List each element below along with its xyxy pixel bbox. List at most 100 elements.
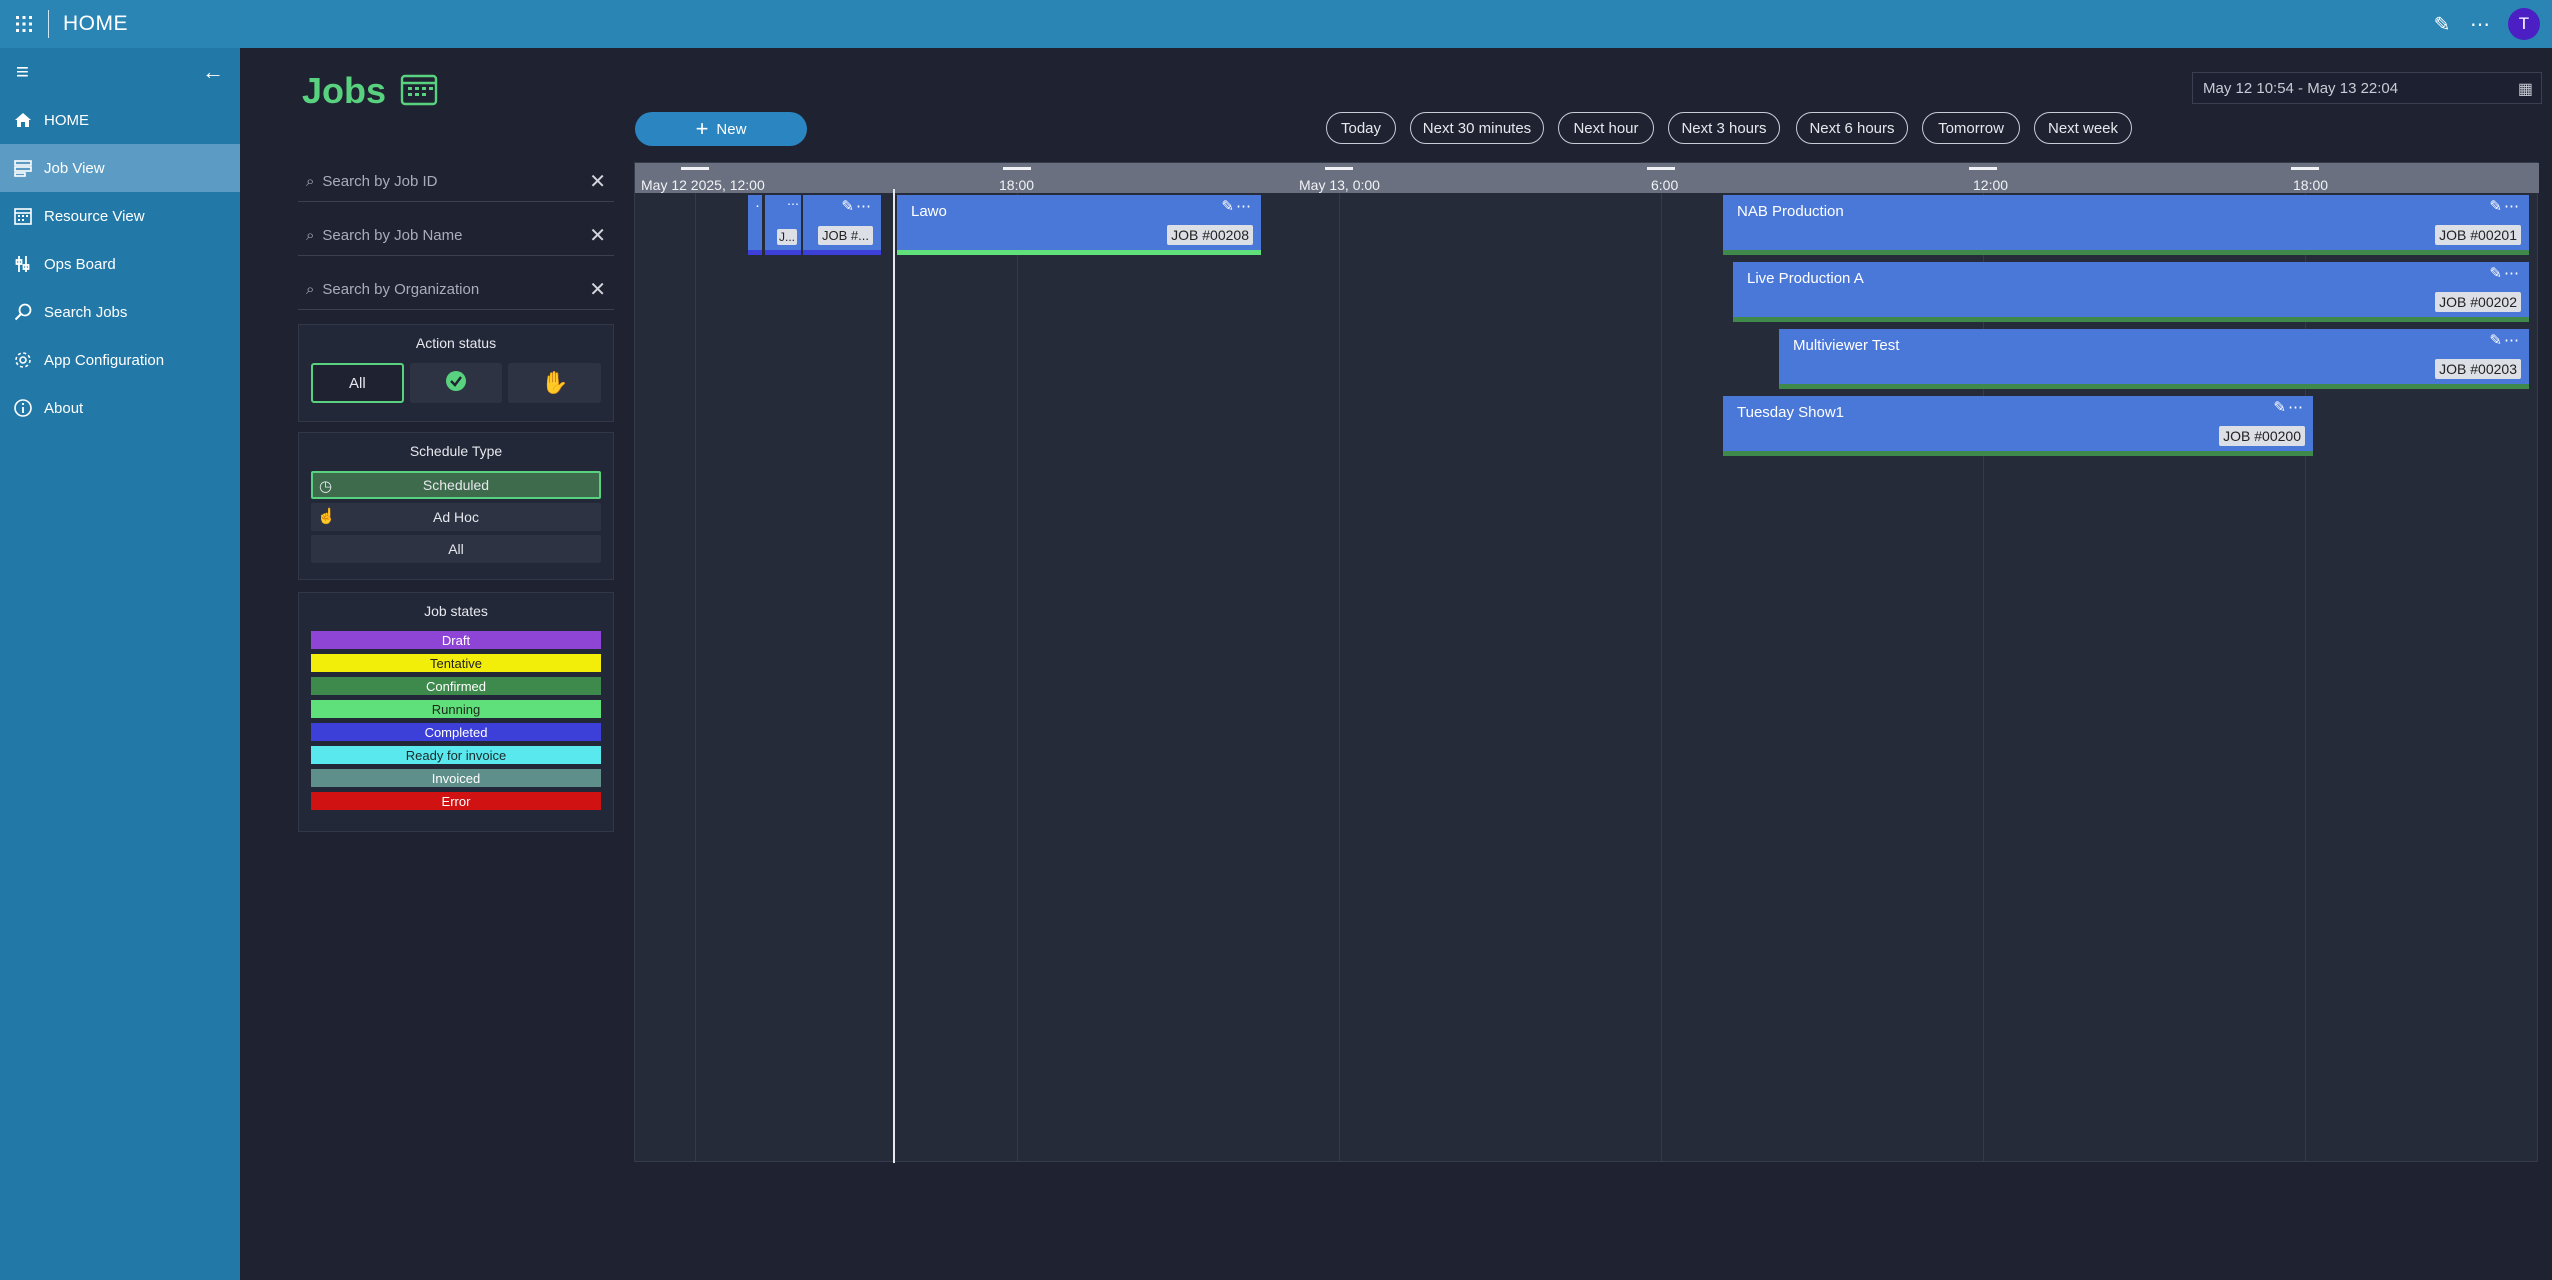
- search-icon: ⌕: [306, 281, 315, 298]
- edit-more-icon[interactable]: ✎⋯: [2489, 197, 2521, 215]
- more-icon[interactable]: ⋯: [787, 197, 799, 211]
- search-job-name-input[interactable]: ⌕ Search by Job Name ✕: [298, 216, 614, 256]
- quick-range-next-6-hours[interactable]: Next 6 hours: [1796, 112, 1908, 144]
- sidebar-item-about[interactable]: About: [0, 384, 240, 432]
- job-state-draft[interactable]: Draft: [311, 631, 601, 649]
- action-status-title: Action status: [415, 335, 497, 351]
- search-icon: [12, 301, 34, 323]
- more-icon[interactable]: ·: [755, 197, 760, 214]
- sidebar-item-search-jobs[interactable]: Search Jobs: [0, 288, 240, 336]
- date-range-value: May 12 10:54 - May 13 22:04: [2203, 79, 2399, 97]
- quick-range-today[interactable]: Today: [1326, 112, 1396, 144]
- timeline-header: May 12 2025, 12:00 18:00 May 13, 0:00 6:…: [635, 163, 2539, 193]
- grid-line: [695, 193, 696, 1161]
- job-id-badge: J...: [776, 229, 797, 245]
- quick-range-tomorrow[interactable]: Tomorrow: [1922, 112, 2020, 144]
- job-bar[interactable]: Multiviewer Test ✎⋯ JOB #00203: [1779, 329, 2529, 389]
- search-org-placeholder: Search by Organization: [322, 281, 480, 298]
- job-state-error[interactable]: Error: [311, 792, 601, 810]
- job-bar[interactable]: ✎⋯ JOB #...: [803, 195, 881, 255]
- collapse-arrow-icon[interactable]: ←: [202, 59, 224, 85]
- job-states-panel: Job states Draft Tentative Confirmed Runnin…: [298, 592, 614, 832]
- calendar-icon[interactable]: ▦: [2518, 79, 2533, 99]
- job-bar[interactable]: NAB Production ✎⋯ JOB #00201: [1723, 195, 2529, 255]
- job-bar[interactable]: ·: [748, 195, 762, 255]
- job-state-confirmed[interactable]: Confirmed: [311, 677, 601, 695]
- new-job-button[interactable]: + New: [635, 112, 807, 146]
- sidebar-item-job-view[interactable]: Job View: [0, 144, 240, 192]
- job-name: Tuesday Show1: [1737, 404, 1845, 421]
- quick-range-next-30-minutes[interactable]: Next 30 minutes: [1410, 112, 1544, 144]
- sidebar-item-label: About: [44, 399, 84, 417]
- clear-icon[interactable]: ✕: [589, 277, 606, 302]
- page-title: Jobs: [302, 70, 387, 111]
- grid-line: [1339, 193, 1340, 1161]
- job-state-invoiced[interactable]: Invoiced: [311, 769, 601, 787]
- schedule-scheduled-label: Scheduled: [422, 477, 490, 493]
- job-state-tentative[interactable]: Tentative: [311, 654, 601, 672]
- sidebar-item-label: Resource View: [44, 207, 145, 225]
- job-state-completed[interactable]: Completed: [311, 723, 601, 741]
- sidebar-item-resource-view[interactable]: Resource View: [0, 192, 240, 240]
- sidebar-item-label: HOME: [44, 111, 89, 129]
- timeline[interactable]: May 12 2025, 12:00 18:00 May 13, 0:00 6:…: [634, 162, 2539, 1163]
- schedule-type-all-button[interactable]: All: [311, 535, 601, 563]
- sidebar-item-label: Ops Board: [44, 255, 116, 273]
- edit-more-icon[interactable]: ✎⋯: [2489, 331, 2521, 349]
- quick-range-next-hour[interactable]: Next hour: [1558, 112, 1654, 144]
- top-bar: HOME ✎ ⋯ T: [0, 0, 2552, 48]
- edit-more-icon[interactable]: ✎⋯: [841, 197, 873, 215]
- schedule-adhoc-label: Ad Hoc: [433, 509, 479, 525]
- tick-label: 18:00: [2293, 177, 2329, 193]
- job-view-icon: [12, 157, 34, 179]
- clock-icon: ◷: [319, 478, 333, 495]
- edit-more-icon[interactable]: ✎⋯: [1221, 197, 1253, 215]
- tick-mark: [1647, 167, 1675, 170]
- tick-mark: [2291, 167, 2319, 170]
- schedule-type-scheduled-button[interactable]: ◷ Scheduled: [311, 471, 601, 499]
- grid-line: [1017, 193, 1018, 1161]
- sidebar-item-ops-board[interactable]: Ops Board: [0, 240, 240, 288]
- action-status-ok-button[interactable]: [409, 363, 503, 403]
- job-id-badge: JOB #00202: [2435, 292, 2521, 312]
- hamburger-menu-icon[interactable]: ≡: [16, 59, 29, 85]
- search-job-id-input[interactable]: ⌕ Search by Job ID ✕: [298, 162, 614, 202]
- clear-icon[interactable]: ✕: [589, 223, 606, 248]
- action-status-all-button[interactable]: All: [311, 363, 404, 403]
- search-job-id-placeholder: Search by Job ID: [322, 173, 438, 190]
- tick-label: 6:00: [1651, 177, 1679, 193]
- date-range-picker[interactable]: May 12 10:54 - May 13 22:04 ▦: [2192, 72, 2542, 104]
- tick-label: 18:00: [999, 177, 1035, 193]
- edit-icon[interactable]: ✎: [2432, 12, 2452, 37]
- page-header: Jobs: [302, 70, 438, 112]
- edit-more-icon[interactable]: ✎⋯: [2489, 264, 2521, 282]
- more-icon[interactable]: ⋯: [2470, 12, 2490, 37]
- calendar-icon[interactable]: [400, 72, 438, 111]
- sidebar-item-home[interactable]: HOME: [0, 96, 240, 144]
- avatar[interactable]: T: [2508, 8, 2540, 40]
- tick-mark: [1003, 167, 1031, 170]
- tick-label: May 12 2025, 12:00: [641, 177, 765, 193]
- job-bar[interactable]: ⋯ J...: [765, 195, 801, 255]
- job-state-running[interactable]: Running: [311, 700, 601, 718]
- search-organization-input[interactable]: ⌕ Search by Organization ✕: [298, 270, 614, 310]
- sidebar-item-app-configuration[interactable]: App Configuration: [0, 336, 240, 384]
- job-state-ready-for-invoice[interactable]: Ready for invoice: [311, 746, 601, 764]
- job-bar[interactable]: Tuesday Show1 ✎⋯ JOB #00200: [1723, 396, 2313, 456]
- home-icon: [12, 109, 34, 131]
- divider: [48, 10, 49, 38]
- quick-range-next-3-hours[interactable]: Next 3 hours: [1668, 112, 1780, 144]
- grid-line: [1661, 193, 1662, 1161]
- job-bar[interactable]: Live Production A ✎⋯ JOB #00202: [1733, 262, 2529, 322]
- app-launcher-icon[interactable]: [0, 0, 48, 48]
- job-bar[interactable]: Lawo ✎⋯ JOB #00208: [897, 195, 1261, 255]
- schedule-all-label: All: [448, 541, 464, 557]
- action-status-manual-button[interactable]: ✋: [508, 363, 602, 403]
- clear-icon[interactable]: ✕: [589, 169, 606, 194]
- tick-label: 12:00: [1973, 177, 2009, 193]
- job-name: Live Production A: [1747, 270, 1864, 287]
- quick-range-next-week[interactable]: Next week: [2034, 112, 2132, 144]
- job-id-badge: JOB #00201: [2435, 225, 2521, 245]
- schedule-type-adhoc-button[interactable]: ☝ Ad Hoc: [311, 503, 601, 531]
- edit-more-icon[interactable]: ✎⋯: [2273, 398, 2305, 416]
